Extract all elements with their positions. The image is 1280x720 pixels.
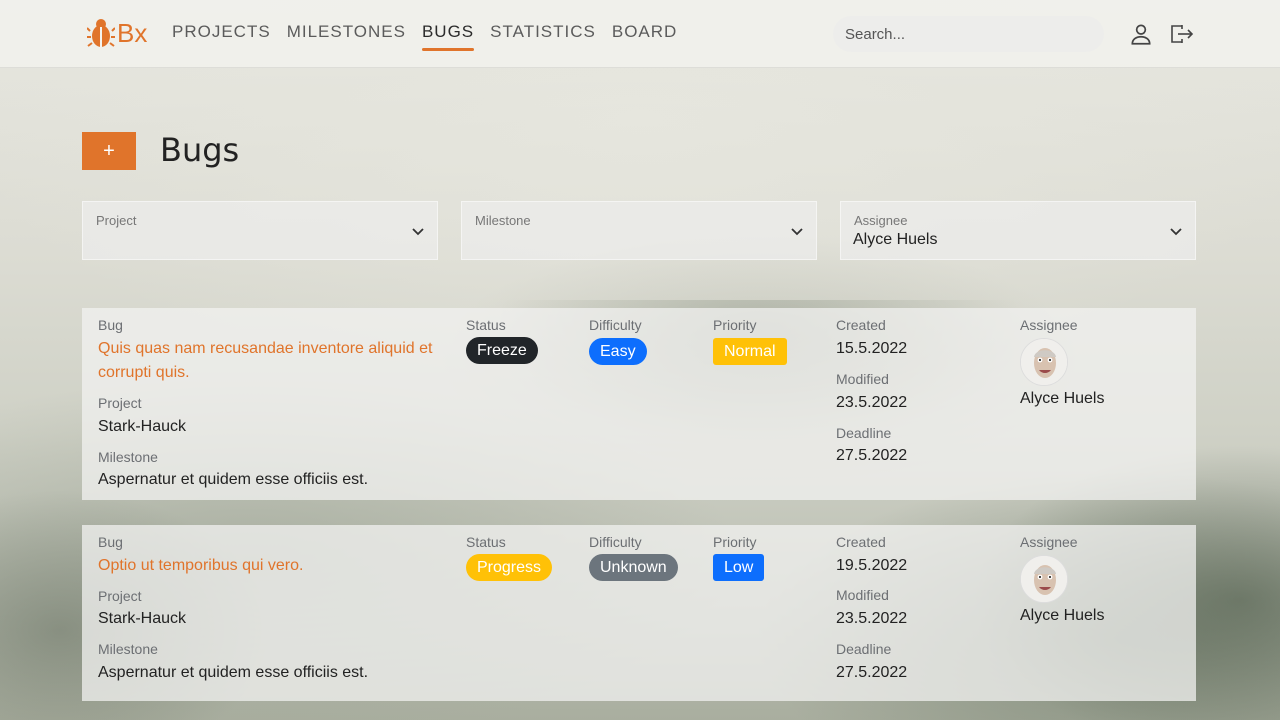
chevron-down-icon bbox=[1170, 228, 1182, 236]
deadline-label: Deadline bbox=[836, 641, 892, 657]
milestone-label: Milestone bbox=[98, 449, 158, 465]
modified-value: 23.5.2022 bbox=[836, 394, 908, 411]
milestone-filter-select[interactable]: Milestone bbox=[461, 201, 817, 260]
nav-item-statistics[interactable]: STATISTICS bbox=[490, 22, 596, 48]
project-filter-label: Project bbox=[96, 213, 137, 228]
created-label: Created bbox=[836, 534, 886, 550]
created-label: Created bbox=[836, 317, 886, 333]
modified-label: Modified bbox=[836, 587, 889, 603]
modified-value: 23.5.2022 bbox=[836, 610, 908, 627]
assignee-value[interactable]: Alyce Huels bbox=[1020, 390, 1104, 408]
logout-icon[interactable] bbox=[1168, 21, 1194, 47]
main-nav: PROJECTS MILESTONES BUGS STATISTICS BOAR… bbox=[172, 22, 693, 51]
bug-label: Bug bbox=[98, 534, 123, 550]
assignee-filter-select[interactable]: Assignee Alyce Huels bbox=[840, 201, 1196, 260]
status-badge: Freeze bbox=[466, 337, 538, 364]
priority-badge: Low bbox=[713, 554, 765, 581]
nav-item-milestones[interactable]: MILESTONES bbox=[287, 22, 406, 48]
brand-text: Bx bbox=[117, 18, 148, 48]
project-label: Project bbox=[98, 395, 142, 411]
avatar bbox=[1020, 555, 1068, 603]
project-filter-select[interactable]: Project bbox=[82, 201, 438, 260]
difficulty-badge: Unknown bbox=[589, 554, 678, 581]
deadline-label: Deadline bbox=[836, 425, 892, 441]
navbar: Bx PROJECTS MILESTONES BUGS STATISTICS B… bbox=[0, 0, 1280, 68]
bug-label: Bug bbox=[98, 317, 123, 333]
deadline-value: 27.5.2022 bbox=[836, 447, 908, 464]
project-value: Stark-Hauck bbox=[98, 610, 187, 627]
avatar-face-icon bbox=[1021, 339, 1067, 385]
milestone-value: Aspernatur et quidem esse officiis est. bbox=[98, 664, 369, 681]
difficulty-label: Difficulty bbox=[589, 317, 642, 333]
priority-label: Priority bbox=[713, 317, 757, 333]
bug-title-link[interactable]: Optio ut temporibus qui vero. bbox=[98, 554, 448, 578]
chevron-down-icon bbox=[791, 228, 803, 236]
assignee-value[interactable]: Alyce Huels bbox=[1020, 607, 1104, 625]
modified-label: Modified bbox=[836, 371, 889, 387]
project-value: Stark-Hauck bbox=[98, 418, 187, 435]
created-value: 15.5.2022 bbox=[836, 340, 908, 357]
bug-logo-icon bbox=[87, 19, 115, 47]
assignee-label: Assignee bbox=[1020, 534, 1078, 550]
nav-item-projects[interactable]: PROJECTS bbox=[172, 22, 271, 48]
status-label: Status bbox=[466, 317, 506, 333]
status-label: Status bbox=[466, 534, 506, 550]
bug-card: Bug Quis quas nam recusandae inventore a… bbox=[82, 308, 1196, 500]
nav-item-board[interactable]: BOARD bbox=[612, 22, 677, 48]
project-label: Project bbox=[98, 588, 142, 604]
deadline-value: 27.5.2022 bbox=[836, 664, 908, 681]
assignee-filter-label: Assignee bbox=[854, 213, 908, 228]
avatar-face-icon bbox=[1021, 556, 1067, 602]
assignee-filter-value: Alyce Huels bbox=[853, 231, 938, 248]
milestone-label: Milestone bbox=[98, 641, 158, 657]
chevron-down-icon bbox=[412, 228, 424, 236]
search-input[interactable] bbox=[833, 16, 1104, 52]
nav-item-bugs[interactable]: BUGS bbox=[421, 22, 475, 51]
created-value: 19.5.2022 bbox=[836, 557, 908, 574]
priority-badge: Normal bbox=[713, 338, 787, 365]
bug-title-link[interactable]: Quis quas nam recusandae inventore aliqu… bbox=[98, 337, 448, 385]
difficulty-label: Difficulty bbox=[589, 534, 642, 550]
avatar bbox=[1020, 338, 1068, 386]
brand-logo[interactable]: Bx bbox=[87, 16, 147, 50]
status-badge: Progress bbox=[466, 554, 553, 581]
priority-label: Priority bbox=[713, 534, 757, 550]
add-bug-button[interactable]: + bbox=[82, 132, 136, 170]
bug-card: Bug Optio ut temporibus qui vero. Projec… bbox=[82, 525, 1196, 701]
milestone-value: Aspernatur et quidem esse officiis est. bbox=[98, 471, 369, 488]
milestone-filter-label: Milestone bbox=[475, 213, 531, 228]
page-title: Bugs bbox=[160, 131, 240, 169]
assignee-label: Assignee bbox=[1020, 317, 1078, 333]
difficulty-badge: Easy bbox=[589, 338, 647, 365]
user-icon[interactable] bbox=[1128, 21, 1154, 47]
